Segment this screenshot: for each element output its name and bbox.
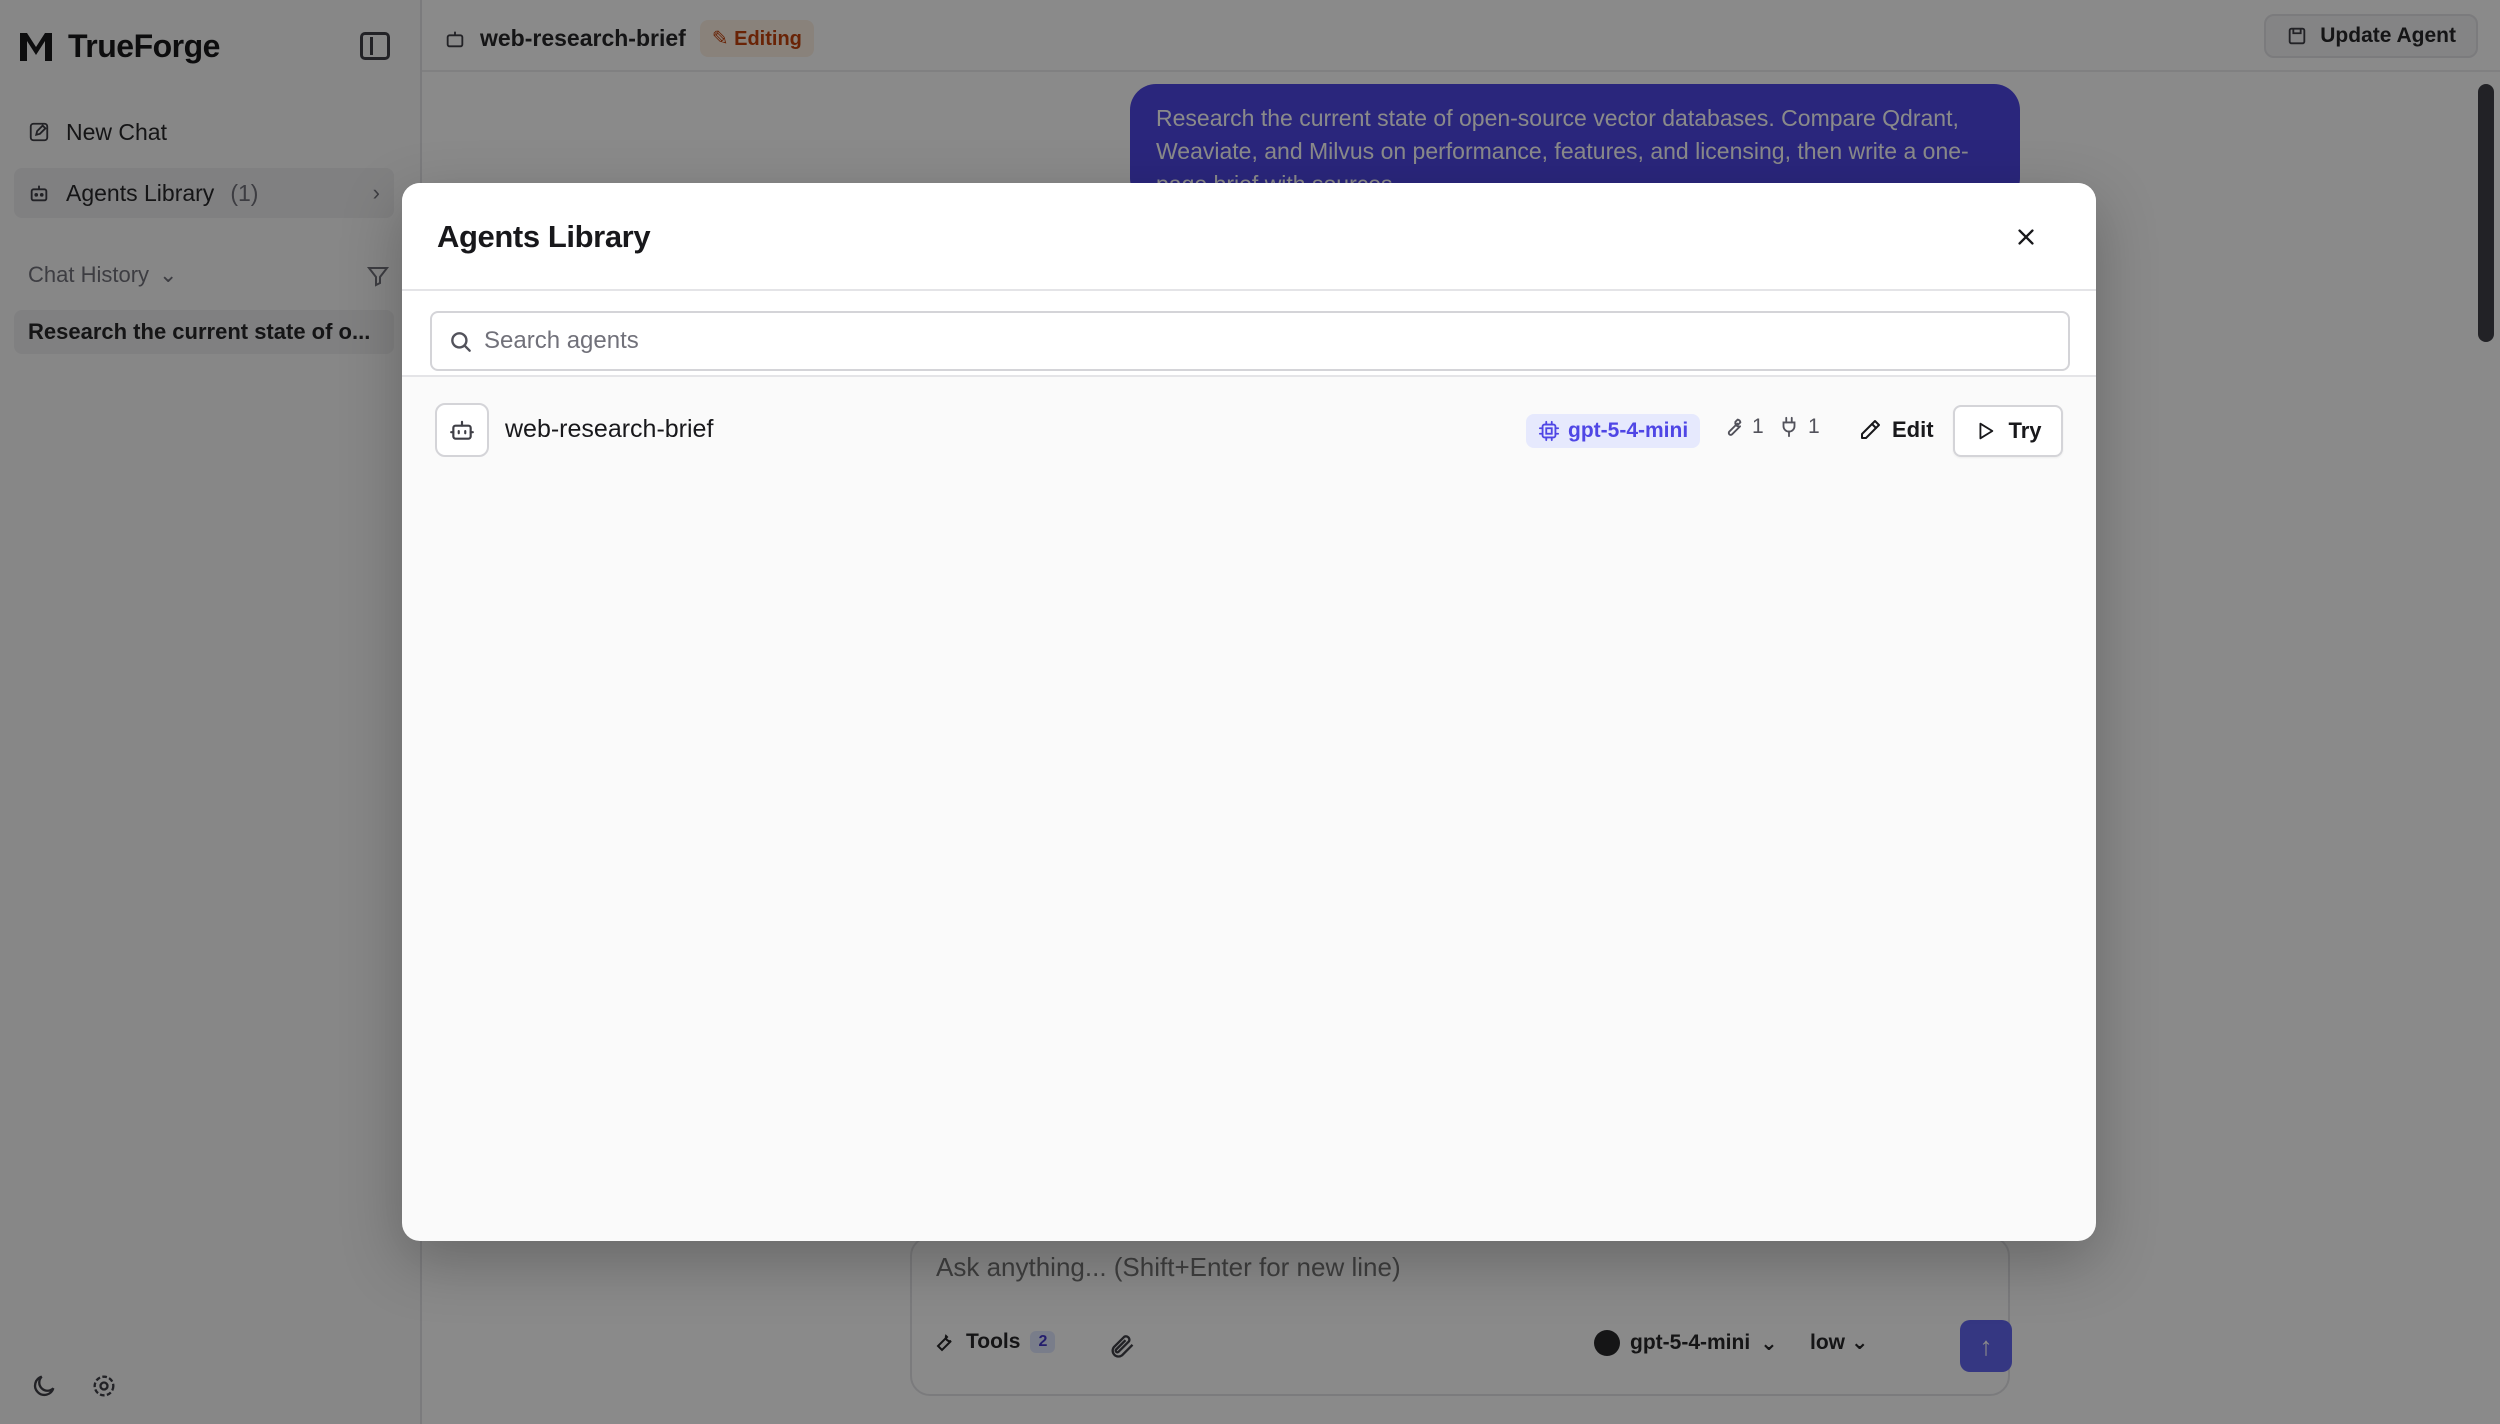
close-button[interactable] <box>2008 219 2044 255</box>
modal-header: Agents Library <box>402 183 2096 291</box>
tools-count-stat: 1 <box>1722 415 1764 439</box>
agents-library-modal: Agents Library web-research-brief gpt-5-… <box>402 183 2096 1241</box>
model-badge: gpt-5-4-mini <box>1526 414 1701 448</box>
search-box <box>430 311 2070 371</box>
try-agent-label: Try <box>2008 418 2042 443</box>
search-section <box>402 291 2096 377</box>
search-input[interactable] <box>484 313 2054 369</box>
play-icon <box>1979 422 1994 440</box>
close-icon <box>2018 229 2034 245</box>
edit-agent-label: Edit <box>1892 417 1934 442</box>
list-item: web-research-brief gpt-5-4-mini 1 1 Edit… <box>402 397 2096 463</box>
search-icon <box>451 332 471 352</box>
plugins-count-stat: 1 <box>1778 415 1820 439</box>
wrench-icon <box>1727 418 1742 436</box>
model-badge-label: gpt-5-4-mini <box>1568 419 1689 442</box>
cpu-icon <box>1538 420 1560 442</box>
modal-title: Agents Library <box>437 219 651 254</box>
agent-name: web-research-brief <box>505 415 714 443</box>
agent-avatar <box>435 403 489 457</box>
edit-agent-button[interactable]: Edit <box>1846 407 1946 453</box>
bot-icon <box>450 420 474 440</box>
tools-count: 1 <box>1752 415 1764 438</box>
plug-icon <box>1782 416 1796 438</box>
plugins-count: 1 <box>1808 415 1820 438</box>
pencil-icon <box>1861 420 1880 439</box>
try-agent-button[interactable]: Try <box>1953 405 2063 457</box>
